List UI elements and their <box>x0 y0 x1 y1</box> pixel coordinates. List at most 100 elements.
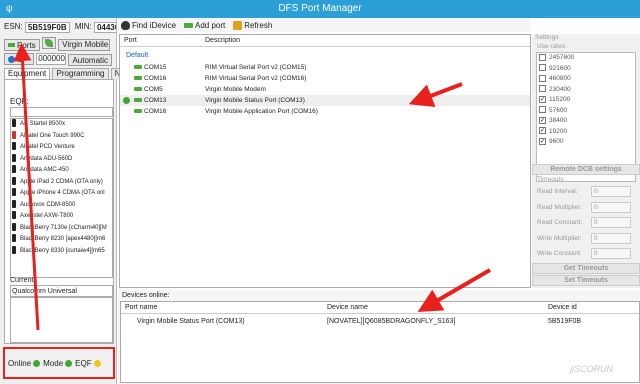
device-id-cell: 5B519F0B <box>548 318 582 325</box>
column-header-port-name[interactable]: Port name <box>125 304 157 311</box>
device-list[interactable]: Aiji Startel 8500x Alcatel One Touch 990… <box>10 118 113 278</box>
add-port-button[interactable]: Add port <box>184 21 225 30</box>
list-item[interactable]: Audiovox CDM-8500 <box>11 199 112 212</box>
plug-icon <box>134 65 142 69</box>
ports-button[interactable]: Ports <box>4 39 40 51</box>
table-row[interactable]: COM16 Virgin Mobile Application Port (CO… <box>120 106 530 117</box>
phone-icon <box>12 234 16 243</box>
device-name: Apple iPad 2 CDMA (OTA only) <box>20 178 103 185</box>
spc-label: SP <box>17 54 28 64</box>
carrier-button-label: Virgin Mobile S <box>62 40 109 49</box>
device-name: Alcatel PCD Venture <box>20 144 75 150</box>
rate-option[interactable]: 57600 <box>537 106 635 117</box>
device-name: Alcatel One Touch 990C <box>20 132 85 139</box>
write-constant-label: Write Constant: <box>537 250 582 257</box>
list-item[interactable]: Anydata ADU-560D <box>11 153 112 166</box>
eqf-field[interactable] <box>10 107 113 117</box>
devices-table-header: Port name Device name Device id <box>121 302 639 314</box>
automatic-button[interactable]: Automatic <box>68 54 113 66</box>
read-multiplier-input[interactable]: 0 <box>591 202 631 213</box>
rate-option[interactable]: 2457600 <box>537 53 635 64</box>
list-item[interactable]: BlackBerry 8330 [curtaiw4][m65 <box>11 245 112 258</box>
write-constant-input[interactable]: 0 <box>591 248 631 259</box>
eqf-status-icon <box>93 359 101 367</box>
rate-option[interactable]: 230400 <box>537 85 635 96</box>
rate-option[interactable]: 921600 <box>537 64 635 75</box>
phone-icon <box>12 119 16 128</box>
eqf-label: EQF: <box>10 97 29 106</box>
devices-online-table[interactable]: Port name Device name Device id Virgin M… <box>120 301 640 383</box>
list-item[interactable]: BlackBerry 8230 [apex4480][m6 <box>11 234 112 246</box>
list-item[interactable]: Alcatel PCD Venture <box>11 142 112 154</box>
rate-option[interactable]: 460800 <box>537 74 635 85</box>
rate-checkbox[interactable] <box>539 53 546 61</box>
phone-icon <box>12 165 16 174</box>
rate-value: 38400 <box>549 117 568 124</box>
spc-field[interactable]: 000000 <box>36 53 67 65</box>
spc-button[interactable]: SP <box>4 53 34 65</box>
read-interval-input[interactable]: 0 <box>591 186 631 197</box>
rate-option[interactable]: ✓ 115200 <box>537 95 635 106</box>
rate-checkbox[interactable]: ✓ <box>539 116 546 124</box>
list-item[interactable]: Apple iPhone 4 CDMA (OTA onl <box>11 188 112 200</box>
rate-checkbox[interactable] <box>539 85 546 93</box>
rate-checkbox[interactable]: ✓ <box>539 95 546 103</box>
current-label: Current: <box>10 277 36 284</box>
list-item[interactable]: Axesstel AXW-T800 <box>11 211 112 223</box>
rate-checkbox[interactable] <box>539 64 546 72</box>
list-item[interactable]: Aiji Startel 8500x <box>11 119 112 131</box>
leaf-icon-button[interactable] <box>41 37 56 49</box>
min-value[interactable]: 04436 <box>93 22 116 33</box>
carrier-button[interactable]: Virgin Mobile S <box>58 38 111 51</box>
plug-icon <box>134 109 142 113</box>
toolbar: Find iDevice Add port Refresh <box>118 18 530 32</box>
add-port-label: Add port <box>195 20 226 30</box>
table-row-selected[interactable]: COM13 Virgin Mobile Status Port (COM13) <box>120 95 530 106</box>
device-name: Aiji Startel 8500x <box>20 121 66 127</box>
tab-programming[interactable]: Programming <box>52 68 109 79</box>
write-multiplier-input[interactable]: 0 <box>591 233 631 244</box>
column-header-description[interactable]: Description <box>205 37 240 44</box>
rate-checkbox[interactable]: ✓ <box>539 127 546 135</box>
device-name: Anydata ADU-560D <box>20 155 73 162</box>
port-cell: COM13 <box>144 97 167 104</box>
active-port-icon <box>123 97 130 104</box>
rate-checkbox[interactable] <box>539 74 546 82</box>
table-row[interactable]: Virgin Mobile Status Port (COM13) [NOVAT… <box>121 318 639 329</box>
refresh-button[interactable]: Refresh <box>233 20 273 30</box>
read-constant-input[interactable]: 0 <box>591 217 631 228</box>
column-header-device-id[interactable]: Device id <box>548 304 577 311</box>
set-timeouts-button[interactable]: Set Timeouts <box>532 275 640 286</box>
column-header-port[interactable]: Port <box>124 37 137 44</box>
device-name: BlackBerry 7130e [cCharm40][M <box>20 224 107 231</box>
remote-dcb-button[interactable]: Remote DCB settings <box>532 164 640 175</box>
column-header-device-name[interactable]: Device name <box>327 304 368 311</box>
list-item[interactable]: Apple iPad 2 CDMA (OTA only) <box>11 176 112 189</box>
list-item[interactable]: BlackBerry 7130e [cCharm40][M <box>11 222 112 235</box>
table-row[interactable]: COM5 Virgin Mobile Modem <box>120 84 530 95</box>
port-table[interactable]: Port Description Default COM15 RIM Virtu… <box>119 34 531 288</box>
list-item[interactable]: Anydata AMC-450 <box>11 165 112 177</box>
find-idevice-button[interactable]: Find iDevice <box>121 20 176 30</box>
refresh-label: Refresh <box>244 20 273 30</box>
rate-option[interactable]: ✓ 38400 <box>537 116 635 127</box>
port-cell: COM15 <box>144 64 167 71</box>
table-row[interactable]: COM15 RIM Virtual Serial Port v2 (COM15) <box>120 62 530 73</box>
list-item[interactable]: Alcatel One Touch 990C <box>11 130 112 143</box>
rate-value: 230400 <box>549 85 571 93</box>
esn-value[interactable]: 5B519F0B <box>24 22 70 33</box>
rate-option[interactable]: ✓ 19200 <box>537 127 635 138</box>
table-row[interactable]: COM16 RIM Virtual Serial Port v2 (COM16) <box>120 73 530 84</box>
rate-option[interactable]: ✓ 9600 <box>537 137 635 148</box>
rate-value: 19200 <box>549 127 568 135</box>
rate-checkbox[interactable] <box>539 106 546 114</box>
left-tabs: Equipment Programming NV <box>4 68 130 79</box>
current-field[interactable]: Qualcomm Universal <box>10 285 113 297</box>
tab-equipment[interactable]: Equipment <box>4 68 51 79</box>
rates-list[interactable]: 2457600 921600 460800 230400 ✓ 115200 576… <box>536 52 636 182</box>
rate-checkbox[interactable]: ✓ <box>539 137 546 145</box>
phone-disabled-icon <box>12 130 16 139</box>
get-timeouts-button[interactable]: Get Timeouts <box>532 263 640 274</box>
eqf-status-label: EQF <box>75 358 92 368</box>
watermark: jiSCORUN <box>570 364 614 374</box>
